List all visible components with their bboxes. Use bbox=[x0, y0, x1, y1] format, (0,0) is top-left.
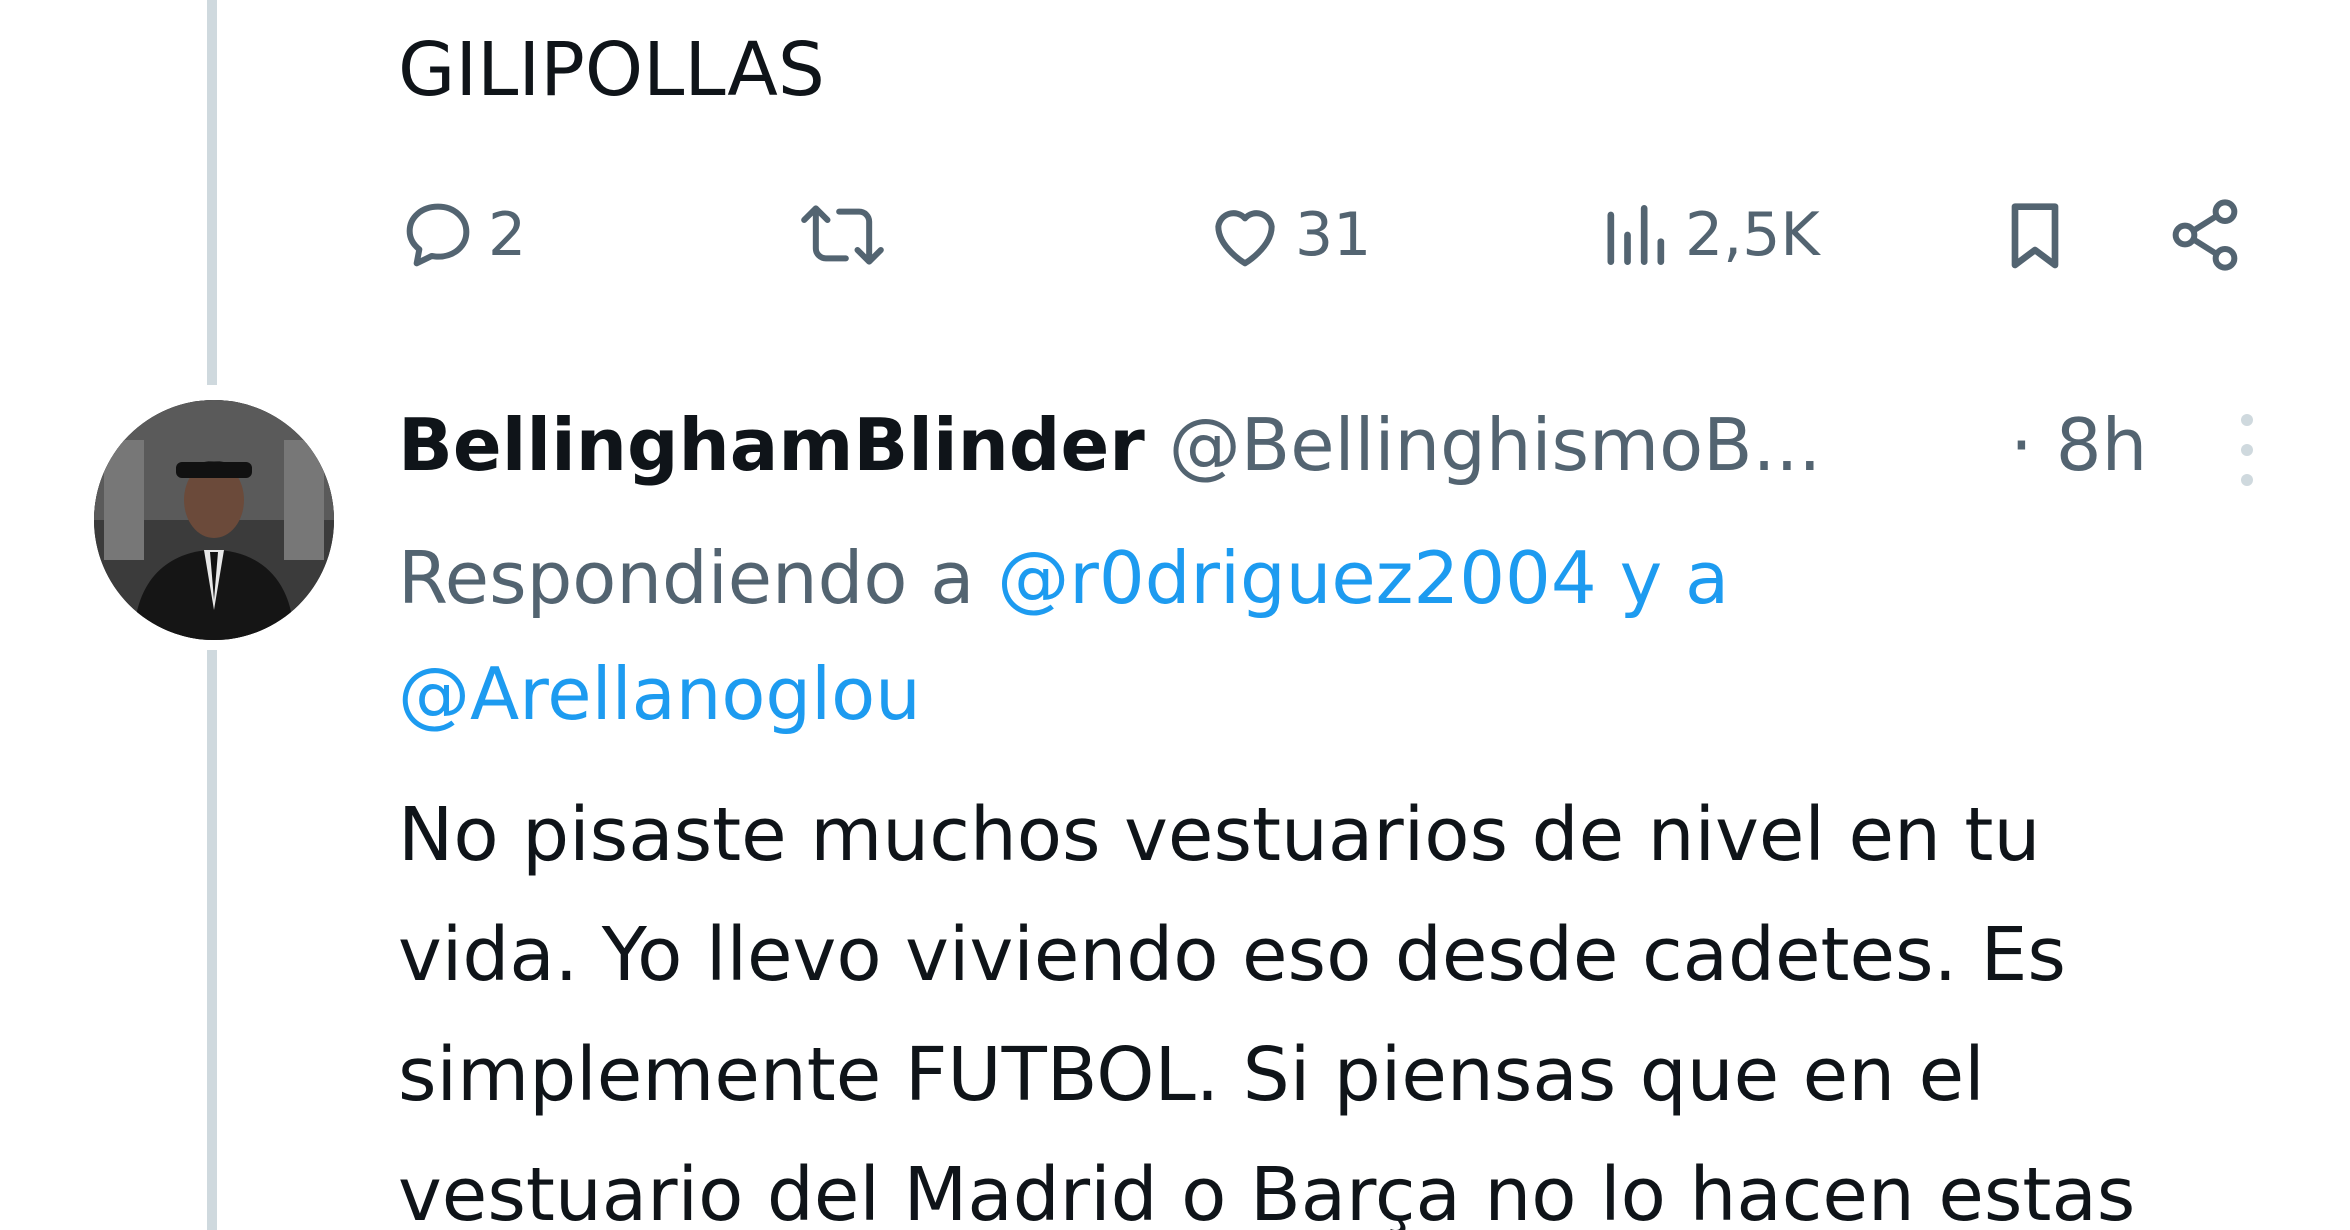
views-button[interactable]: 2,5K bbox=[1600, 190, 1820, 280]
share-icon bbox=[2165, 195, 2245, 275]
tweet-body-line: simplemente FUTBOL. Si piensas que en el bbox=[398, 1032, 1985, 1118]
retweet-arrows-icon bbox=[795, 195, 890, 275]
like-count: 31 bbox=[1295, 200, 1372, 270]
heart-icon bbox=[1205, 195, 1285, 275]
more-options-button[interactable] bbox=[2232, 410, 2262, 490]
bookmark-icon bbox=[1995, 195, 2075, 275]
bookmark-button[interactable] bbox=[1995, 190, 2075, 280]
avatar[interactable] bbox=[94, 400, 334, 640]
avatar-photo bbox=[94, 400, 334, 640]
previous-tweet-last-line: GILIPOLLAS bbox=[398, 27, 825, 113]
tweet-time[interactable]: · 8h bbox=[2010, 395, 2147, 495]
replying-prefix: Respondiendo a bbox=[398, 536, 975, 620]
mention-link-2[interactable]: @Arellanoglou bbox=[398, 636, 2298, 752]
previous-tweet-text: GILIPOLLAS bbox=[398, 20, 825, 130]
replying-conjunction: y a bbox=[1619, 536, 1730, 620]
user-handle[interactable]: @BellinghismoB... bbox=[1169, 403, 1821, 487]
bar-chart-icon bbox=[1600, 195, 1675, 275]
reply-count: 2 bbox=[488, 200, 527, 270]
tweet-header: BellinghamBlinder @BellinghismoB... · 8h bbox=[398, 395, 2198, 495]
tweet-body-line: vida. Yo llevo viviendo eso desde cadete… bbox=[398, 912, 2066, 998]
like-button[interactable]: 31 bbox=[1205, 190, 1371, 280]
vertical-ellipsis-icon bbox=[2241, 414, 2253, 486]
display-name[interactable]: BellinghamBlinder bbox=[398, 403, 1145, 487]
tweet-body: No pisaste muchos vestuarios de nivel en… bbox=[398, 775, 2328, 1230]
views-count: 2,5K bbox=[1685, 200, 1820, 270]
previous-tweet-action-bar: 2 31 2,5K bbox=[0, 190, 2350, 280]
share-button[interactable] bbox=[2165, 190, 2245, 280]
tweet-body-line: vestuario del Madrid o Barça no lo hacen… bbox=[398, 1152, 2136, 1230]
mention-link-1[interactable]: @r0driguez2004 bbox=[997, 536, 1596, 620]
speech-bubble-icon bbox=[398, 195, 478, 275]
reply-button[interactable]: 2 bbox=[398, 190, 526, 280]
thread-line-bottom bbox=[207, 650, 217, 1230]
replying-to: Respondiendo a @r0driguez2004 y a @Arell… bbox=[398, 520, 2298, 752]
tweet-body-line: No pisaste muchos vestuarios de nivel en… bbox=[398, 792, 2041, 878]
retweet-button[interactable] bbox=[795, 190, 890, 280]
